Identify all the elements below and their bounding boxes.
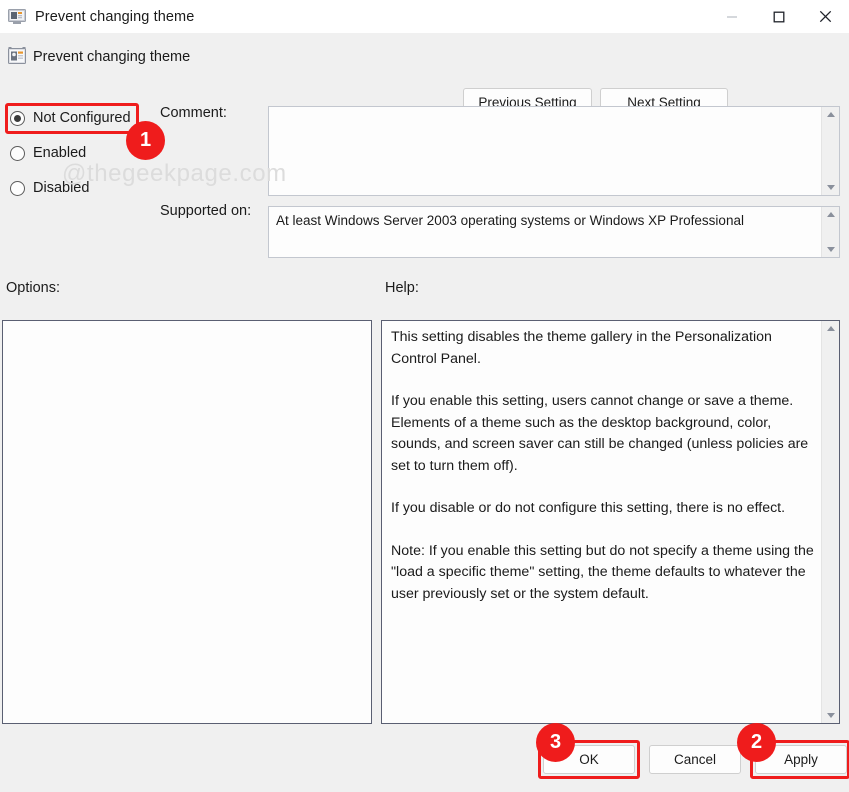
comment-scrollbar[interactable] [821, 107, 839, 195]
help-paragraph: If you enable this setting, users cannot… [391, 391, 815, 477]
annotation-badge-1: 1 [126, 121, 165, 160]
options-label: Options: [6, 280, 60, 296]
comment-textbox[interactable] [268, 106, 840, 196]
radio-enabled[interactable]: Enabled [10, 145, 86, 161]
policy-setting-icon [8, 9, 26, 25]
radio-disabled-label: Disabled [33, 180, 89, 196]
radio-mark-selected-icon [10, 111, 25, 126]
cancel-button[interactable]: Cancel [649, 745, 741, 774]
supported-on-value: At least Windows Server 2003 operating s… [276, 212, 815, 230]
policy-setting-icon [7, 46, 27, 66]
close-button[interactable] [802, 0, 849, 33]
options-panel[interactable] [2, 320, 372, 724]
help-scrollbar[interactable] [821, 321, 839, 723]
ok-button[interactable]: OK [543, 745, 635, 774]
minimize-button[interactable] [708, 0, 755, 33]
prevent-changing-theme-dialog: Prevent changing theme [0, 0, 849, 792]
radio-mark-icon [10, 146, 25, 161]
help-label: Help: [385, 280, 419, 296]
triangle-up-icon[interactable] [822, 207, 839, 222]
help-paragraph: Note: If you enable this setting but do … [391, 541, 815, 606]
radio-enabled-label: Enabled [33, 145, 86, 161]
triangle-down-icon[interactable] [822, 242, 839, 257]
radio-disabled[interactable]: Disabled [10, 180, 89, 196]
help-text: This setting disables the theme gallery … [391, 327, 815, 605]
radio-mark-icon [10, 181, 25, 196]
radio-not-configured[interactable]: Not Configured [10, 110, 131, 126]
watermark: @thegeekpage.com [62, 160, 287, 188]
supported-on-label: Supported on: [160, 203, 251, 219]
triangle-up-icon[interactable] [822, 321, 839, 336]
triangle-down-icon[interactable] [822, 708, 839, 723]
apply-button[interactable]: Apply [755, 745, 847, 774]
help-paragraph: If you disable or do not configure this … [391, 498, 815, 520]
setting-title: Prevent changing theme [33, 49, 190, 65]
window-controls [708, 0, 849, 33]
supported-on-scrollbar[interactable] [821, 207, 839, 257]
comment-label: Comment: [160, 105, 227, 121]
triangle-up-icon[interactable] [822, 107, 839, 122]
triangle-down-icon[interactable] [822, 180, 839, 195]
window-title: Prevent changing theme [35, 9, 194, 25]
help-panel[interactable]: This setting disables the theme gallery … [381, 320, 840, 724]
setting-header: Prevent changing theme Previous Setting … [0, 33, 849, 91]
radio-not-configured-label: Not Configured [33, 110, 131, 126]
title-bar: Prevent changing theme [0, 0, 849, 33]
maximize-button[interactable] [755, 0, 802, 33]
help-paragraph: This setting disables the theme gallery … [391, 327, 815, 370]
supported-on-textbox[interactable]: At least Windows Server 2003 operating s… [268, 206, 840, 258]
